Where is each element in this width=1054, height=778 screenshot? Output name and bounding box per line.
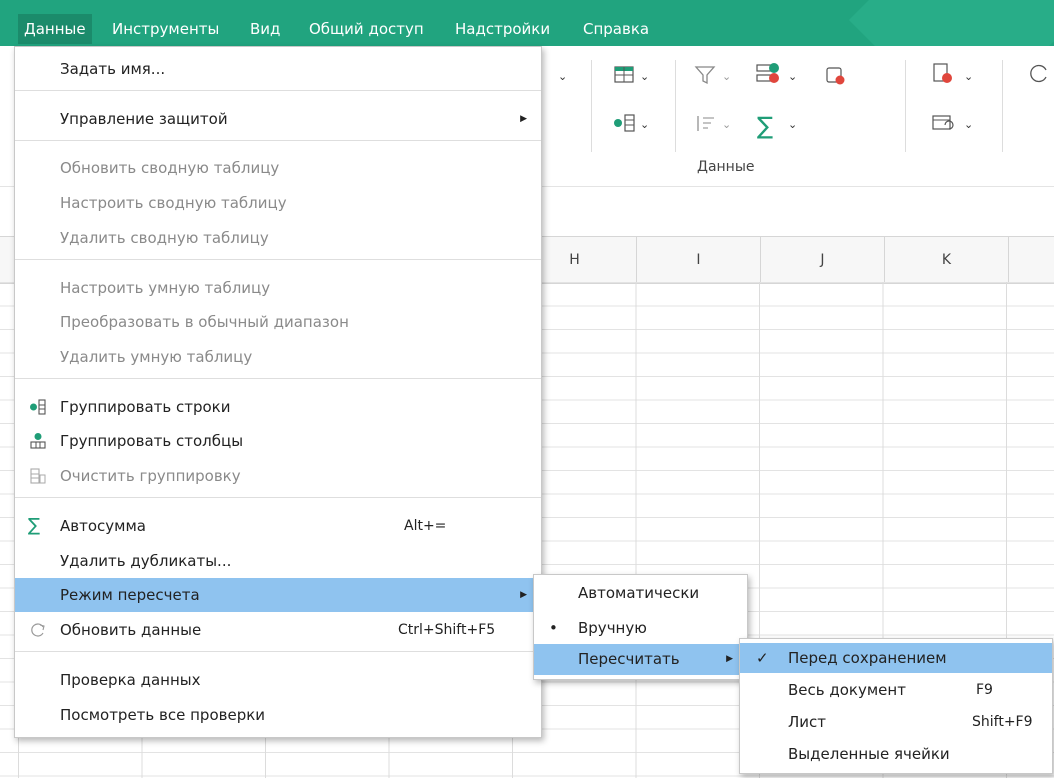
menu-item-manual[interactable]: • Вручную xyxy=(534,615,747,641)
calculator-icon[interactable] xyxy=(930,62,956,84)
chevron-down-icon[interactable]: ⌄ xyxy=(640,70,649,83)
menu-item-convert-to-range: Преобразовать в обычный диапазон xyxy=(60,313,349,331)
chevron-down-icon[interactable]: ⌄ xyxy=(722,118,731,131)
menu-item-recalc-mode[interactable]: Режим пересчета ▶ xyxy=(15,578,541,612)
menu-item-remove-duplicates[interactable]: Удалить дубликаты... xyxy=(15,548,541,574)
check-icon: ✓ xyxy=(756,649,769,667)
menu-view[interactable]: Вид xyxy=(244,14,286,44)
menu-separator xyxy=(15,378,541,379)
validation-icon[interactable] xyxy=(755,62,781,84)
menu-separator xyxy=(15,497,541,498)
menu-separator xyxy=(15,259,541,260)
divider xyxy=(675,60,676,152)
group-columns-icon xyxy=(30,433,46,449)
divider xyxy=(1002,60,1003,152)
menubar: Данные Инструменты Вид Общий доступ Надс… xyxy=(0,0,1054,46)
remove-duplicates-icon[interactable] xyxy=(822,64,848,86)
menu-sharing[interactable]: Общий доступ xyxy=(303,14,430,44)
column-header-j[interactable]: J xyxy=(761,237,885,283)
menu-item-automatic[interactable]: Автоматически xyxy=(534,580,747,606)
submenu-arrow-icon: ▶ xyxy=(520,114,527,124)
menu-item-selected-cells[interactable]: Выделенные ячейки xyxy=(740,741,1052,767)
column-header-i[interactable]: I xyxy=(637,237,761,283)
menubar-decoration xyxy=(848,0,1054,46)
group-rows-icon[interactable] xyxy=(612,112,638,134)
chevron-down-icon[interactable]: ⌄ xyxy=(722,70,731,83)
autosum-icon[interactable]: ∑ xyxy=(757,112,773,140)
data-menu: Задать имя... Управление защитой ▶ Обнови… xyxy=(14,46,542,738)
menu-item-refresh-data[interactable]: Обновить данные Ctrl+Shift+F5 xyxy=(15,617,541,643)
menu-item-view-all-validations[interactable]: Посмотреть все проверки xyxy=(15,702,541,728)
menu-item-whole-document[interactable]: Весь документ F9 xyxy=(740,677,1052,703)
refresh-icon[interactable] xyxy=(1026,62,1052,84)
menu-item-recalculate[interactable]: Пересчитать ▶ xyxy=(534,644,747,675)
menu-separator xyxy=(15,651,541,652)
submenu-arrow-icon: ▶ xyxy=(726,654,733,664)
menu-item-autosum[interactable]: ∑ Автосумма Alt+= xyxy=(15,513,541,539)
menu-item-group-rows[interactable]: Группировать строки xyxy=(15,394,541,420)
menu-item-protection[interactable]: Управление защитой ▶ xyxy=(15,106,541,132)
menu-item-configure-smart-table: Настроить умную таблицу xyxy=(60,279,271,297)
clear-grouping-icon xyxy=(30,468,46,484)
menu-item-group-columns[interactable]: Группировать столбцы xyxy=(15,428,541,454)
autosum-icon: ∑ xyxy=(28,515,41,536)
menu-help[interactable]: Справка xyxy=(577,14,655,44)
filter-icon[interactable] xyxy=(692,64,718,86)
group-rows-icon xyxy=(30,399,46,415)
divider xyxy=(905,60,906,152)
recalculate-menu: ✓ Перед сохранением Весь документ F9 Лис… xyxy=(739,638,1053,774)
chevron-down-icon[interactable]: ⌄ xyxy=(558,70,567,83)
menu-item-refresh-pivot: Обновить сводную таблицу xyxy=(60,159,280,177)
menu-item-configure-pivot: Настроить сводную таблицу xyxy=(60,194,287,212)
menu-item-data-validation[interactable]: Проверка данных xyxy=(15,667,541,693)
refresh-icon xyxy=(31,623,45,637)
smart-table-icon[interactable] xyxy=(612,64,638,86)
menu-item-delete-smart-table: Удалить умную таблицу xyxy=(60,348,253,366)
menu-item-set-name[interactable]: Задать имя... xyxy=(15,56,541,82)
menu-separator xyxy=(15,90,541,91)
column-header-k[interactable]: K xyxy=(885,237,1009,283)
divider xyxy=(591,60,592,152)
menu-separator xyxy=(15,140,541,141)
menu-addons[interactable]: Надстройки xyxy=(449,14,556,44)
submenu-arrow-icon: ▶ xyxy=(520,590,527,600)
sort-icon[interactable] xyxy=(692,112,718,134)
menu-item-before-save[interactable]: ✓ Перед сохранением xyxy=(740,643,1052,673)
chevron-down-icon[interactable]: ⌄ xyxy=(788,70,797,83)
menu-item-clear-grouping: Очистить группировку xyxy=(15,463,541,489)
menu-data[interactable]: Данные xyxy=(18,14,92,44)
menu-tools[interactable]: Инструменты xyxy=(106,14,225,44)
ribbon-group-label: Данные xyxy=(697,159,755,175)
bullet-icon: • xyxy=(549,619,558,637)
chevron-down-icon[interactable]: ⌄ xyxy=(964,70,973,83)
chevron-down-icon[interactable]: ⌄ xyxy=(964,118,973,131)
chevron-down-icon[interactable]: ⌄ xyxy=(640,118,649,131)
menu-item-delete-pivot: Удалить сводную таблицу xyxy=(60,229,269,247)
chevron-down-icon[interactable]: ⌄ xyxy=(788,118,797,131)
recalc-icon[interactable] xyxy=(930,112,956,134)
recalc-mode-menu: Автоматически • Вручную Пересчитать ▶ xyxy=(533,574,748,680)
menu-item-sheet[interactable]: Лист Shift+F9 xyxy=(740,709,1052,735)
